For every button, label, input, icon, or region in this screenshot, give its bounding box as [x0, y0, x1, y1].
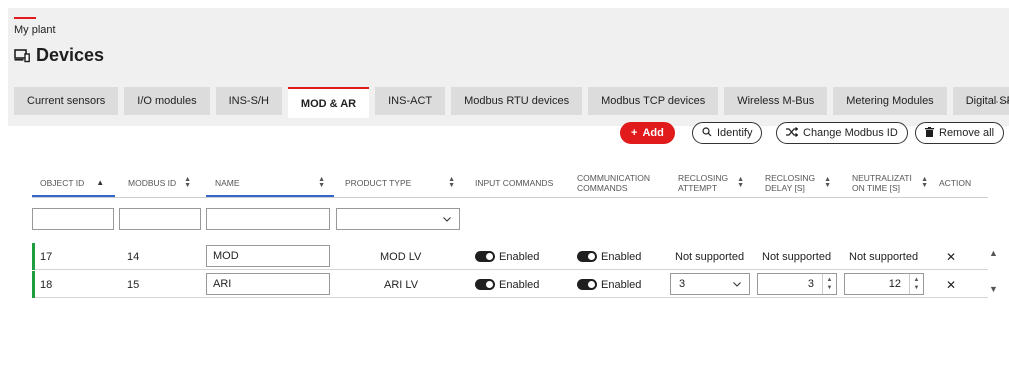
toggle-switch: [577, 251, 597, 262]
col-neutralization-time[interactable]: NEUTRALIZATI ON TIME [S] ▲ ▼: [852, 166, 928, 200]
devices-icon: [14, 48, 30, 63]
tab-io-modules[interactable]: I/O modules: [124, 87, 210, 115]
col-action: ACTION: [939, 178, 972, 188]
tab-ins-sh[interactable]: INS-S/H: [215, 87, 282, 115]
chevron-down-icon: [733, 278, 741, 290]
modbus-id-cell: 14: [127, 250, 140, 263]
name-input[interactable]: ARI: [206, 273, 330, 295]
reclosing-delay-cell: Not supported: [762, 250, 832, 263]
change-modbus-id-button[interactable]: Change Modbus ID: [776, 122, 908, 144]
add-button-label: Add: [642, 127, 664, 139]
search-icon: [702, 126, 712, 140]
input-commands-toggle[interactable]: Enabled: [475, 271, 539, 298]
table-row: 17 14 MOD MOD LV Enabled Enabled Not sup…: [32, 243, 988, 270]
name-filter[interactable]: [206, 208, 330, 230]
tab-current-sensors[interactable]: Current sensors: [14, 87, 119, 115]
sorted-column-indicator: [32, 195, 115, 197]
shuffle-icon: [786, 126, 799, 140]
sort-icon: ▲ ▼: [448, 176, 455, 189]
neutralization-time-stepper[interactable]: 12 ▲ ▼: [844, 273, 924, 295]
col-product-type[interactable]: PRODUCT TYPE ▲ ▼: [345, 166, 455, 200]
remove-all-label: Remove all: [939, 127, 995, 139]
name-input[interactable]: MOD: [206, 245, 330, 267]
stepper-arrows[interactable]: ▲ ▼: [909, 274, 923, 294]
chevron-down-icon: [443, 214, 451, 224]
modbus-id-filter[interactable]: [119, 208, 201, 230]
breadcrumb[interactable]: My plant: [14, 24, 56, 36]
tabs-more-button[interactable]: ···: [995, 94, 1009, 108]
reclosing-delay-stepper[interactable]: 3 ▲ ▼: [757, 273, 837, 295]
page-title: Devices: [14, 45, 104, 66]
remove-all-button[interactable]: Remove all: [915, 122, 1005, 144]
scroll-down-arrow[interactable]: ▼: [989, 284, 998, 294]
remove-row-button[interactable]: ✕: [946, 271, 956, 298]
col-reclosing-delay[interactable]: RECLOSING DELAY [S] ▲ ▼: [765, 166, 831, 200]
table-row: 18 15 ARI ARI LV Enabled Enabled 3 3 ▲ ▼ …: [32, 271, 988, 298]
header-divider: [32, 197, 988, 198]
change-modbus-id-label: Change Modbus ID: [803, 127, 898, 139]
identify-button-label: Identify: [717, 127, 753, 139]
remove-row-button[interactable]: ✕: [946, 243, 956, 270]
neutralization-time-cell: Not supported: [849, 250, 919, 263]
tab-mod-ar[interactable]: MOD & AR: [287, 87, 370, 118]
tab-wireless-mbus[interactable]: Wireless M-Bus: [724, 87, 828, 115]
tab-modbus-tcp[interactable]: Modbus TCP devices: [588, 87, 719, 115]
col-communication-commands[interactable]: COMMUNICATION COMMANDS: [577, 166, 650, 200]
brand-accent-bar: [14, 17, 36, 19]
col-modbus-id[interactable]: MODBUS ID ▲ ▼: [128, 166, 191, 200]
scroll-up-arrow[interactable]: ▲: [989, 248, 998, 258]
object-id-cell: 17: [40, 250, 53, 263]
tab-ins-act[interactable]: INS-ACT: [375, 87, 446, 115]
communication-commands-toggle[interactable]: Enabled: [577, 243, 641, 270]
toggle-switch: [475, 279, 495, 290]
object-id-filter[interactable]: [32, 208, 114, 230]
communication-commands-toggle[interactable]: Enabled: [577, 271, 641, 298]
page-title-text: Devices: [36, 45, 105, 65]
product-type-cell: ARI LV: [384, 278, 419, 291]
tab-metering-modules[interactable]: Metering Modules: [833, 87, 947, 115]
sort-icon: ▲ ▼: [921, 176, 928, 189]
name-column-indicator: [206, 195, 334, 197]
modbus-id-cell: 15: [127, 278, 140, 291]
plus-icon: +: [631, 127, 638, 139]
reclosing-attempt-cell: Not supported: [675, 250, 745, 263]
tab-modbus-rtu[interactable]: Modbus RTU devices: [451, 87, 583, 115]
page-header: My plant Devices Current sensors I/O mod…: [8, 8, 1009, 126]
reclosing-attempt-select[interactable]: 3: [670, 273, 750, 295]
input-commands-toggle[interactable]: Enabled: [475, 243, 539, 270]
object-id-cell: 18: [40, 278, 53, 291]
page: My plant Devices Current sensors I/O mod…: [8, 8, 1009, 378]
sort-asc-icon: ▲: [96, 178, 105, 187]
stepper-arrows[interactable]: ▲ ▼: [822, 274, 836, 294]
device-tabs: Current sensors I/O modules INS-S/H MOD …: [14, 87, 1009, 118]
product-type-cell: MOD LV: [380, 250, 422, 263]
sort-icon: ▲ ▼: [824, 176, 831, 189]
col-reclosing-attempt[interactable]: RECLOSING ATTEMPT ▲ ▼: [678, 166, 744, 200]
toggle-switch: [577, 279, 597, 290]
product-type-filter[interactable]: [336, 208, 460, 230]
sort-icon: ▲ ▼: [184, 176, 192, 189]
col-input-commands[interactable]: INPUT COMMANDS: [475, 166, 553, 200]
trash-icon: [925, 126, 934, 140]
sort-icon: ▲ ▼: [318, 176, 325, 189]
add-button[interactable]: + Add: [620, 122, 675, 144]
identify-button[interactable]: Identify: [692, 122, 763, 144]
row-status-indicator: [32, 271, 35, 298]
toggle-switch: [475, 251, 495, 262]
sort-icon: ▲ ▼: [737, 176, 744, 189]
row-status-indicator: [32, 243, 35, 270]
